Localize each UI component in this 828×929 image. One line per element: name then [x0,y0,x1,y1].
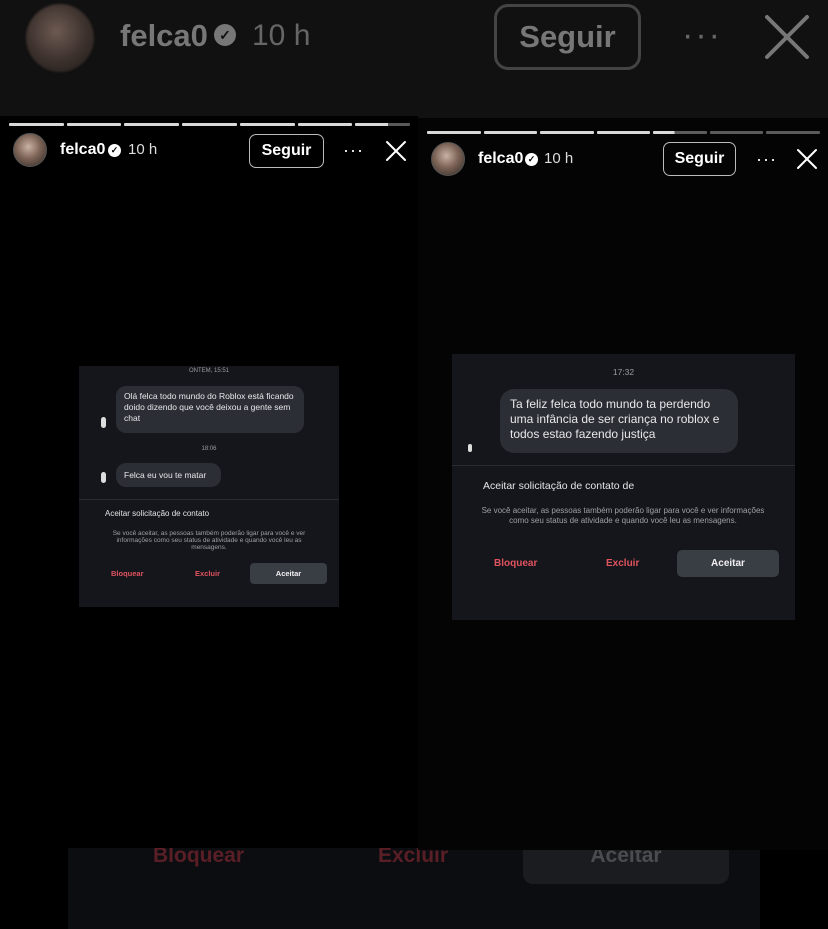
request-note: Se você aceitar, as pessoas também poder… [481,506,765,525]
chat-screenshot: 17:32 Ta feliz felca todo mundo ta perde… [452,354,795,620]
background-story-header: felca0 ✓ 10 h Seguir ··· [0,0,828,118]
username[interactable]: felca0 [60,141,105,159]
progress-segment [124,123,180,126]
sender-avatar [101,472,106,483]
message-bubble: Olá felca todo mundo do Roblox está fica… [116,386,304,433]
timestamp: 17:32 [612,367,635,377]
story-progress-bar [9,123,411,126]
delete-button: Excluir [606,558,640,569]
more-options-icon[interactable]: ··· [343,141,364,159]
message-bubble: Ta feliz felca todo mundo ta perdendo um… [500,389,738,453]
avatar[interactable] [431,142,465,176]
progress-segment [483,131,538,134]
username[interactable]: felca0 [478,150,523,168]
request-title: Aceitar solicitação de contato de [483,480,635,492]
follow-button[interactable]: Seguir [249,134,324,168]
divider [452,465,795,466]
timestamp: ONTEM, 15:51 [188,368,229,374]
accept-button: Aceitar [250,563,327,584]
background-post-time: 10 h [252,19,311,52]
avatar[interactable] [13,133,47,167]
progress-segment [653,131,707,134]
sender-avatar [468,444,472,452]
story-progress-bar [427,131,821,134]
progress-segment [427,131,481,134]
background-follow-button: Seguir [494,4,641,70]
background-avatar [26,4,94,72]
progress-segment [709,131,764,134]
background-more-icon: ··· [682,16,722,54]
close-icon[interactable] [385,140,407,162]
more-options-icon[interactable]: ··· [756,150,777,168]
progress-segment [66,123,122,126]
divider [79,499,339,500]
progress-segment [355,123,411,126]
post-time: 10 h [544,150,574,167]
delete-button: Excluir [195,569,221,578]
request-note: Se você aceitar, as pessoas também poder… [112,530,306,551]
chat-screenshot: ONTEM, 15:51 Olá felca todo mundo do Rob… [79,366,339,607]
accept-button: Aceitar [677,550,779,577]
progress-segment [766,131,821,134]
progress-segment [297,123,353,126]
progress-segment [596,131,651,134]
progress-segment [9,123,64,126]
verified-icon: ✓ [108,144,121,157]
block-button: Bloquear [494,558,538,569]
background-close-icon [765,15,809,59]
block-button: Bloquear [111,569,144,578]
progress-segment [540,131,594,134]
sender-avatar [101,417,106,428]
background-username: felca0 [120,18,208,53]
verified-icon: ✓ [525,153,538,166]
follow-button[interactable]: Seguir [663,142,736,176]
progress-segment [239,123,295,126]
close-icon[interactable] [796,148,818,170]
background-verified-icon: ✓ [214,24,236,46]
post-time: 10 h [128,141,158,158]
message-bubble: Felca eu vou te matar [116,463,221,487]
timestamp: 18:06 [201,446,217,452]
request-title: Aceitar solicitação de contato [105,509,210,518]
progress-segment [182,123,237,126]
